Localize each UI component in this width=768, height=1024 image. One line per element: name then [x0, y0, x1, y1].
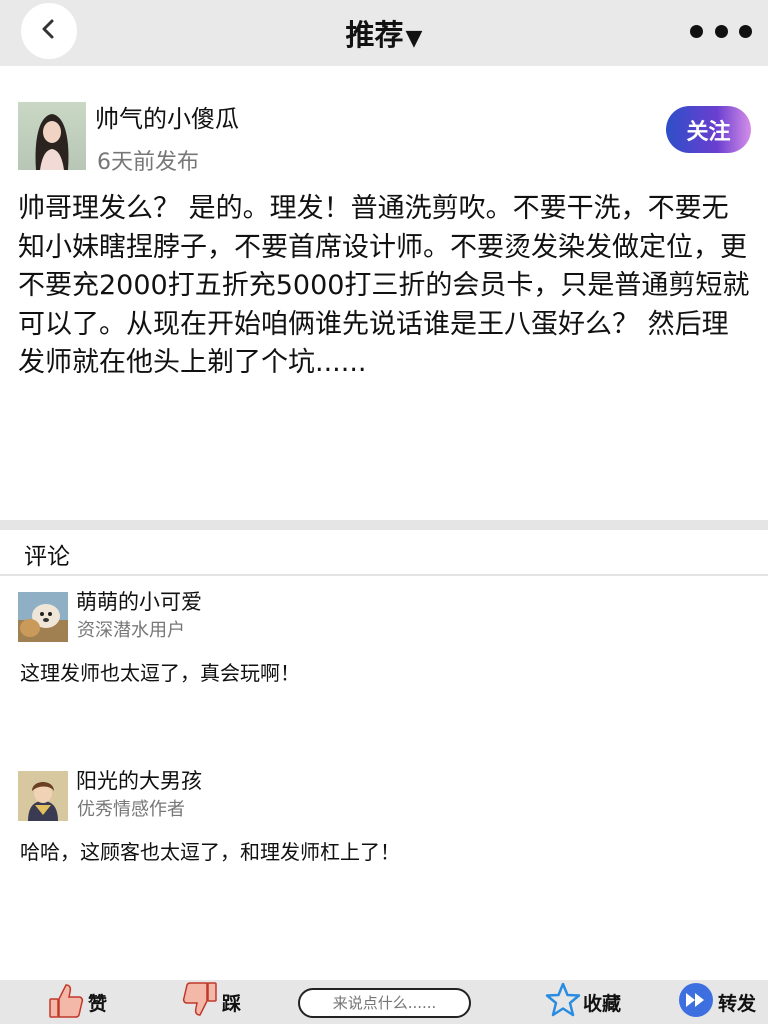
- more-dot-icon: [714, 24, 728, 38]
- comment-item: 萌萌的小可爱 资深潜水用户 这理发师也太逗了，真会玩啊！: [0, 590, 768, 742]
- comments-divider: [0, 574, 768, 576]
- comment-input[interactable]: [298, 988, 471, 1018]
- commenter-avatar[interactable]: [18, 592, 68, 642]
- commenter-level: 优秀情感作者: [77, 799, 185, 820]
- dislike-button[interactable]: 踩: [182, 980, 241, 1024]
- bottom-action-bar: 赞 踩 收藏 转发: [0, 980, 768, 1024]
- share-button[interactable]: 转发: [678, 980, 756, 1024]
- dislike-label: 踩: [222, 992, 242, 1015]
- author-name[interactable]: 帅气的小傻瓜: [95, 99, 239, 134]
- page-title: 推荐: [345, 18, 404, 52]
- comment-item: 阳光的大男孩 优秀情感作者 哈哈，这顾客也太逗了，和理发师杠上了！: [0, 769, 768, 921]
- commenter-name[interactable]: 萌萌的小可爱: [76, 586, 202, 616]
- commenter-name[interactable]: 阳光的大男孩: [76, 765, 202, 795]
- follow-button[interactable]: 关注: [666, 106, 751, 153]
- comment-text: 这理发师也太逗了，真会玩啊！: [20, 661, 300, 685]
- thumbs-up-icon: [48, 981, 84, 1023]
- feed-selector[interactable]: 推荐▼: [0, 12, 768, 54]
- commenter-avatar[interactable]: [18, 771, 68, 821]
- more-dot-icon: [690, 24, 703, 38]
- more-options-button[interactable]: [690, 22, 752, 40]
- comment-text: 哈哈，这顾客也太逗了，和理发师杠上了！: [20, 840, 400, 864]
- post-body: 帅哥理发么？ 是的。理发！普通洗剪吹。不要干洗，不要无知小妹瞎捏脖子，不要首席设…: [18, 193, 750, 378]
- top-nav-bar: 推荐▼: [0, 0, 768, 66]
- like-button[interactable]: 赞: [48, 980, 107, 1024]
- commenter-level: 资深潜水用户: [77, 620, 185, 641]
- like-label: 赞: [88, 992, 108, 1015]
- caret-down-icon: ▼: [405, 26, 423, 51]
- author-avatar[interactable]: [18, 102, 86, 170]
- section-divider: [0, 520, 768, 530]
- favorite-label: 收藏: [583, 992, 622, 1015]
- post-time: 6天前发布: [97, 150, 199, 175]
- star-icon: [545, 982, 581, 1022]
- more-dot-icon: [739, 24, 752, 38]
- thumbs-down-icon: [182, 981, 218, 1023]
- share-label: 转发: [718, 992, 757, 1015]
- comments-heading: 评论: [24, 544, 70, 570]
- favorite-button[interactable]: 收藏: [545, 980, 621, 1024]
- fast-forward-icon: [678, 982, 714, 1022]
